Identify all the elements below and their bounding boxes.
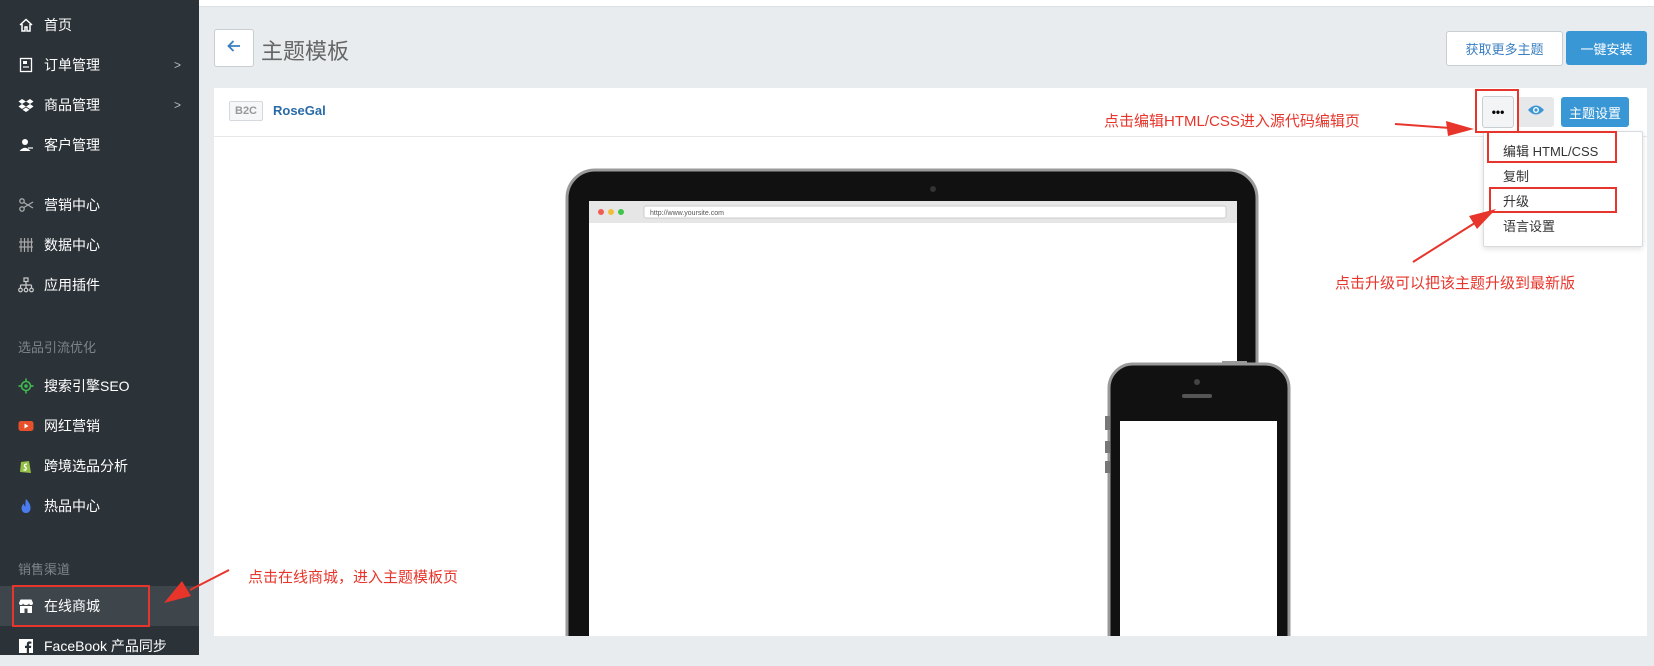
sidebar-item-customers[interactable]: 客户管理 bbox=[0, 125, 199, 165]
annotation-edit-html: 点击编辑HTML/CSS进入源代码编辑页 bbox=[1104, 113, 1360, 130]
sidebar-item-hot-products[interactable]: 热品中心 bbox=[0, 486, 199, 526]
sidebar-item-product-analysis[interactable]: 跨境选品分析 bbox=[0, 446, 199, 486]
annotation-highlight-more-button bbox=[1475, 89, 1519, 133]
sidebar-section-title: 销售渠道 bbox=[18, 562, 71, 577]
dropbox-icon bbox=[18, 97, 34, 113]
sidebar-item-label: 网红营销 bbox=[44, 418, 100, 434]
sidebar-item-label: 首页 bbox=[44, 17, 72, 33]
annotation-highlight-edit-html bbox=[1487, 131, 1617, 163]
sidebar-item-label: FaceBook 产品同步 bbox=[44, 638, 167, 654]
sidebar: 首页 订单管理 > 商品管理 > 客户管理 营销中心 数据中心 应用插件 选品引… bbox=[0, 0, 199, 655]
sidebar-item-influencer[interactable]: 网红营销 bbox=[0, 406, 199, 446]
sitemap-icon bbox=[18, 277, 34, 293]
annotation-online-store: 点击在线商城，进入主题模板页 bbox=[248, 569, 459, 586]
sidebar-item-products[interactable]: 商品管理 > bbox=[0, 85, 199, 125]
sidebar-item-home[interactable]: 首页 bbox=[0, 5, 199, 45]
eye-icon bbox=[1527, 103, 1545, 122]
back-button[interactable] bbox=[214, 29, 254, 67]
chevron-right-icon: > bbox=[173, 58, 181, 72]
user-icon bbox=[18, 137, 34, 153]
facebook-icon bbox=[18, 638, 34, 654]
page-title: 主题模板 bbox=[261, 39, 350, 64]
chevron-right-icon: > bbox=[173, 98, 181, 112]
theme-card: B2C RoseGal ••• 主题设置 http://www.yoursite… bbox=[214, 88, 1647, 636]
theme-name: RoseGal bbox=[273, 103, 326, 118]
annotation-highlight-upgrade bbox=[1489, 187, 1617, 213]
theme-card-header: B2C RoseGal ••• 主题设置 bbox=[214, 88, 1647, 137]
arrow-left-icon bbox=[226, 38, 242, 59]
get-more-themes-button[interactable]: 获取更多主题 bbox=[1446, 31, 1563, 66]
seo-icon bbox=[18, 378, 34, 394]
youtube-icon bbox=[18, 418, 34, 434]
sidebar-item-label: 订单管理 bbox=[44, 57, 100, 73]
flame-icon bbox=[18, 498, 34, 514]
one-click-install-button[interactable]: 一键安装 bbox=[1566, 31, 1647, 65]
menu-item-copy[interactable]: 复制 bbox=[1503, 166, 1529, 185]
theme-settings-button[interactable]: 主题设置 bbox=[1561, 97, 1629, 127]
top-bar bbox=[199, 0, 1654, 7]
annotation-highlight-online-store bbox=[12, 585, 150, 627]
sidebar-item-label: 搜索引擎SEO bbox=[44, 378, 130, 394]
sidebar-item-label: 热品中心 bbox=[44, 498, 100, 514]
order-icon bbox=[18, 57, 34, 73]
sidebar-item-label: 商品管理 bbox=[44, 97, 100, 113]
sidebar-item-facebook-sync[interactable]: FaceBook 产品同步 bbox=[0, 626, 199, 666]
sidebar-item-label: 客户管理 bbox=[44, 137, 100, 153]
sidebar-item-label: 营销中心 bbox=[44, 197, 100, 213]
theme-type-badge: B2C bbox=[229, 101, 264, 121]
sidebar-item-label: 数据中心 bbox=[44, 237, 100, 253]
grid-icon bbox=[18, 237, 34, 253]
theme-preview-image: http://www.yoursite.com bbox=[565, 168, 1291, 636]
sidebar-item-plugins[interactable]: 应用插件 bbox=[0, 265, 199, 305]
sidebar-item-label: 应用插件 bbox=[44, 277, 100, 293]
sidebar-item-seo[interactable]: 搜索引擎SEO bbox=[0, 366, 199, 406]
sidebar-item-data[interactable]: 数据中心 bbox=[0, 225, 199, 265]
shopify-icon bbox=[18, 458, 34, 474]
sidebar-item-label: 跨境选品分析 bbox=[44, 458, 128, 474]
annotation-upgrade: 点击升级可以把该主题升级到最新版 bbox=[1335, 275, 1576, 292]
menu-item-language-settings[interactable]: 语言设置 bbox=[1503, 216, 1555, 235]
sidebar-item-orders[interactable]: 订单管理 > bbox=[0, 45, 199, 85]
preview-button[interactable] bbox=[1518, 97, 1554, 127]
scissors-icon bbox=[18, 197, 34, 213]
preview-url-text: http://www.yoursite.com bbox=[650, 210, 724, 217]
sidebar-section-title: 选品引流优化 bbox=[18, 340, 97, 355]
sidebar-item-marketing[interactable]: 营销中心 bbox=[0, 185, 199, 225]
home-icon bbox=[18, 17, 34, 33]
